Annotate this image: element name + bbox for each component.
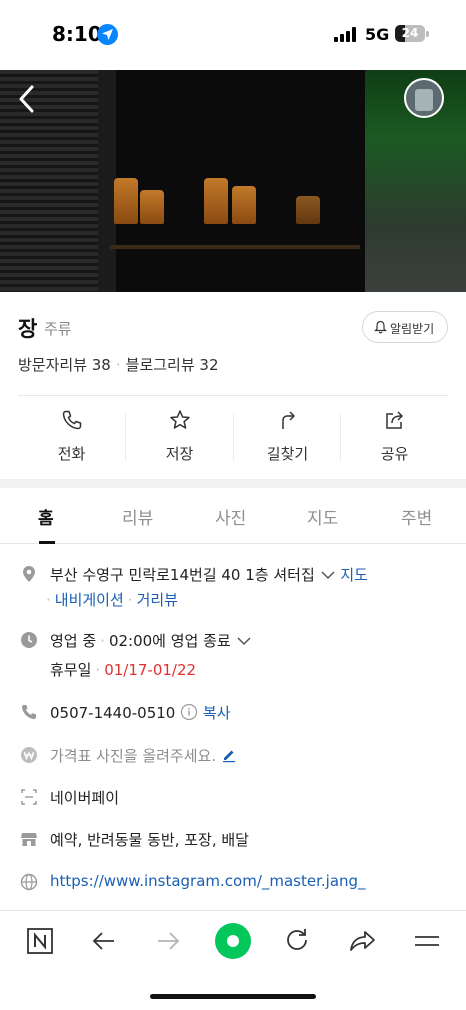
holiday-label: 휴무일 — [50, 661, 92, 679]
holiday-dates: 01/17-01/22 — [104, 661, 197, 679]
battery-cap — [426, 31, 429, 37]
back-arrow-icon[interactable] — [14, 84, 42, 114]
hours-detail: 02:00에 영업 종료 — [108, 632, 231, 650]
menu-icon[interactable] — [411, 925, 443, 957]
tab-map[interactable]: 지도 — [307, 504, 338, 529]
holiday-row: 휴무일 · 01/17-01/22 — [50, 659, 196, 680]
hero-photo[interactable] — [0, 70, 466, 292]
directions-button[interactable]: 길찾기 — [234, 405, 341, 470]
bottle-image-part — [232, 186, 256, 224]
bottle-image-part — [140, 190, 164, 224]
share-icon[interactable] — [346, 925, 378, 957]
action-label: 전화 — [57, 445, 86, 463]
blog-reviews-link[interactable]: 블로그리뷰 32 — [126, 356, 219, 374]
payment-row: 네이버페이 — [50, 787, 119, 808]
review-counts: 방문자리뷰 38 · 블로그리뷰 32 — [18, 354, 219, 375]
phone-number[interactable]: 0507-1440-0510 — [50, 704, 175, 722]
info-icon[interactable] — [180, 703, 198, 722]
shelf-image-part — [110, 245, 360, 249]
address-links-row: · 내비게이션 · 거리뷰 — [46, 589, 178, 610]
status-bar: 8:10 5G 24 — [0, 0, 466, 70]
chevron-down-icon[interactable] — [236, 632, 252, 650]
tab-bar: 홈 리뷰 사진 지도 주변 — [0, 488, 466, 544]
call-button[interactable]: 전화 — [18, 405, 125, 470]
store-icon — [20, 830, 38, 848]
tab-home[interactable]: 홈 — [38, 504, 54, 529]
active-tab-indicator — [39, 541, 55, 544]
amenities-row: 예약, 반려동물 동반, 포장, 배달 — [50, 829, 249, 850]
website-link[interactable]: https://www.instagram.com/_master.jang_ — [50, 872, 366, 890]
dot-separator: · — [115, 356, 121, 374]
battery-level: 24 — [401, 26, 419, 40]
notify-button[interactable]: 알림받기 — [362, 311, 448, 343]
share-button[interactable]: 공유 — [341, 405, 448, 470]
action-label: 길찾기 — [266, 445, 309, 463]
share-icon — [384, 409, 406, 431]
price-row[interactable]: 가격표 사진을 올려주세요. — [50, 745, 237, 766]
section-gap — [0, 479, 466, 488]
map-link[interactable]: 지도 — [340, 566, 368, 584]
clock-icon — [20, 631, 38, 649]
action-label: 저장 — [165, 445, 194, 463]
phone-row: 0507-1440-0510 복사 — [50, 702, 231, 723]
chevron-down-icon[interactable] — [320, 566, 336, 584]
bottle-image-part — [114, 178, 138, 224]
address-text: 부산 수영구 민락로14번길 40 1층 셔터집 — [50, 566, 315, 584]
naver-home-icon[interactable] — [24, 925, 56, 957]
directions-icon — [277, 409, 299, 431]
hours-row[interactable]: 영업 중 · 02:00에 영업 종료 — [50, 630, 252, 651]
back-arrow-icon[interactable] — [88, 925, 120, 957]
divider — [18, 395, 448, 396]
place-category: 주류 — [44, 320, 72, 338]
action-bar: 전화 저장 길찾기 공유 — [18, 405, 448, 470]
dot-separator: · — [95, 661, 101, 679]
profile-avatar[interactable] — [404, 78, 444, 118]
dot-separator: · — [100, 632, 105, 650]
website-row: https://www.instagram.com/_master.jang_ — [50, 872, 366, 890]
navigation-link[interactable]: 내비게이션 — [55, 591, 124, 609]
battery-icon: 24 — [395, 25, 425, 42]
bell-icon — [374, 320, 387, 337]
phone-icon — [61, 409, 83, 431]
pencil-icon[interactable] — [221, 747, 237, 765]
tab-nearby[interactable]: 주변 — [401, 504, 432, 529]
green-dot-icon[interactable] — [214, 922, 252, 960]
network-type: 5G — [365, 25, 390, 44]
payment-text: 네이버페이 — [50, 789, 120, 807]
place-name: 장 — [18, 317, 38, 341]
globe-icon — [20, 873, 38, 891]
visitor-reviews-link[interactable]: 방문자리뷰 38 — [18, 356, 111, 374]
forward-arrow-icon[interactable] — [152, 925, 184, 957]
star-icon — [169, 409, 191, 431]
home-indicator[interactable] — [150, 994, 316, 999]
price-prompt: 가격표 사진을 올려주세요. — [50, 747, 217, 765]
notify-label: 알림받기 — [390, 322, 435, 336]
amenities-text: 예약, 반려동물 동반, 포장, 배달 — [50, 831, 249, 849]
status-time: 8:10 — [52, 22, 102, 46]
cellular-signal-icon — [334, 27, 358, 42]
address-row: 부산 수영구 민락로14번길 40 1층 셔터집 지도 — [50, 564, 368, 585]
save-button[interactable]: 저장 — [126, 405, 233, 470]
tab-photos[interactable]: 사진 — [215, 504, 246, 529]
bottle-image-part — [204, 178, 228, 224]
action-label: 공유 — [380, 445, 409, 463]
bottle-image-part — [296, 196, 320, 224]
map-pin-icon — [20, 565, 38, 583]
dot-separator: · — [46, 591, 51, 609]
hours-status: 영업 중 — [50, 632, 97, 650]
location-arrow-icon — [97, 24, 118, 45]
scan-pay-icon — [20, 788, 38, 806]
copy-phone-link[interactable]: 복사 — [203, 704, 231, 722]
dot-separator: · — [127, 591, 133, 609]
won-icon — [20, 746, 38, 764]
phone-icon — [20, 703, 38, 721]
tab-reviews[interactable]: 리뷰 — [122, 504, 153, 529]
street-view-link[interactable]: 거리뷰 — [137, 591, 178, 609]
refresh-icon[interactable] — [281, 925, 313, 957]
